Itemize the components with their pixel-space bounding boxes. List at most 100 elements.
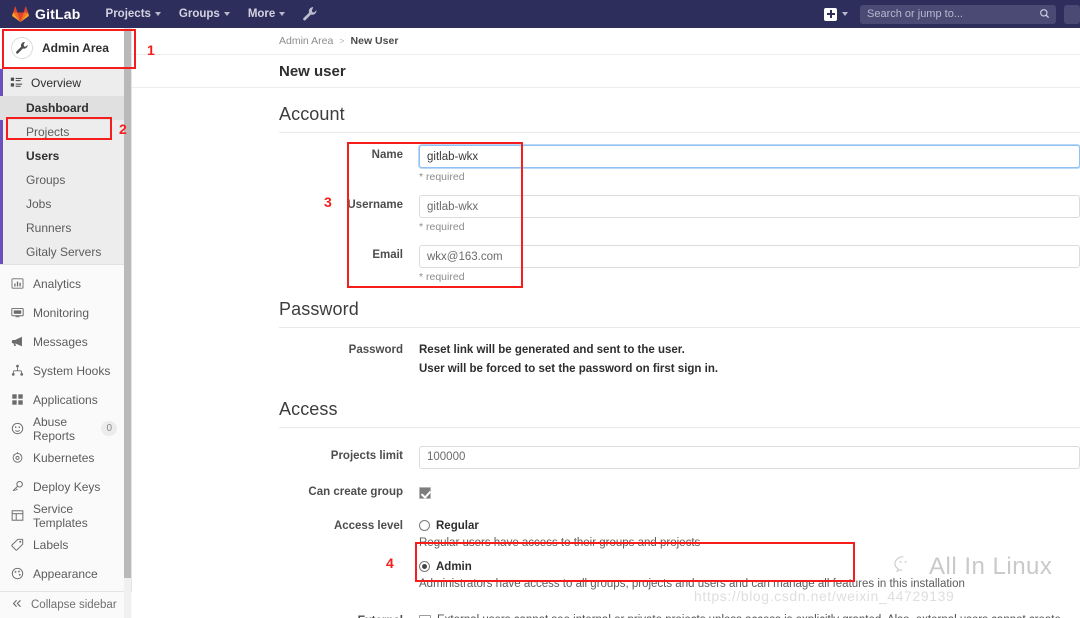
password-reset-line-1: Reset link will be generated and sent to… (419, 344, 685, 356)
field-row-name: Name * required (279, 145, 1080, 183)
regular-radio[interactable] (419, 520, 430, 531)
field-row-password: Password Reset link will be generated an… (279, 340, 1080, 379)
sidebar-context-admin-area[interactable]: Admin Area (0, 28, 131, 69)
sidebar-item-label: Runners (26, 221, 72, 235)
annotation-number-1: 1 (147, 42, 155, 58)
sidebar-item-gitaly-servers[interactable]: Gitaly Servers (0, 240, 131, 264)
plus-icon (824, 7, 837, 21)
sidebar-item-label: Applications (33, 392, 98, 407)
external-checkbox[interactable] (419, 614, 431, 618)
sidebar-scrollbar-thumb[interactable] (124, 30, 131, 578)
nav-projects-label: Projects (105, 8, 151, 20)
email-input[interactable] (419, 245, 1080, 268)
template-icon (10, 509, 24, 522)
label-tag-icon (10, 538, 24, 551)
sidebar-item-groups[interactable]: Groups (0, 168, 131, 192)
megaphone-icon (10, 335, 24, 348)
name-required-hint: * required (419, 171, 465, 183)
sidebar-item-monitoring[interactable]: Monitoring (0, 298, 131, 327)
gitlab-fox-icon (12, 6, 29, 22)
section-heading-account: Account (279, 104, 1080, 133)
sidebar-item-label: Gitaly Servers (26, 245, 102, 259)
gitlab-logo[interactable]: GitLab (12, 6, 81, 22)
sidebar-item-label: Analytics (33, 276, 82, 291)
chevron-down-icon (842, 12, 848, 16)
palette-icon (10, 567, 24, 580)
can-create-group-label: Can create group (308, 485, 403, 498)
hook-icon (10, 364, 24, 377)
sidebar-item-system-hooks[interactable]: System Hooks (0, 356, 131, 385)
field-row-can-create-group: Can create group (279, 485, 1080, 500)
sidebar-item-projects[interactable]: Projects (0, 120, 131, 144)
sidebar-scrollbar-track[interactable] (124, 28, 131, 618)
abuse-face-icon (10, 422, 24, 435)
nav-more[interactable]: More (239, 0, 294, 28)
double-chevron-left-icon (11, 598, 23, 612)
sidebar-item-overview[interactable]: Overview (0, 69, 131, 96)
chevron-down-icon (223, 12, 230, 16)
nav-overflow-placeholder[interactable] (1064, 4, 1080, 24)
sidebar-item-runners[interactable]: Runners (0, 216, 131, 240)
sidebar-item-dashboard[interactable]: Dashboard (0, 96, 131, 120)
breadcrumb-root[interactable]: Admin Area (279, 35, 333, 47)
section-heading-access: Access (279, 399, 1080, 428)
name-input[interactable] (419, 145, 1080, 168)
breadcrumb-separator: > (339, 36, 345, 46)
sidebar-item-users[interactable]: Users (0, 144, 131, 168)
field-row-username: Username * required (279, 195, 1080, 233)
name-label: Name (371, 149, 403, 161)
sidebar-item-label: Messages (33, 334, 88, 349)
email-required-hint: * required (419, 271, 465, 283)
sidebar-item-label: Kubernetes (33, 450, 95, 465)
access-level-option-regular[interactable]: Regular Regular users have access to the… (419, 520, 1080, 549)
field-row-email: Email * required (279, 245, 1080, 283)
admin-label: Admin (436, 560, 472, 573)
sidebar-item-messages[interactable]: Messages (0, 327, 131, 356)
annotation-number-2: 2 (119, 121, 127, 137)
sidebar-item-label: Deploy Keys (33, 479, 101, 494)
nav-right-area (816, 0, 1080, 28)
sidebar-item-label: Labels (33, 537, 69, 552)
sidebar-item-applications[interactable]: Applications (0, 385, 131, 414)
nav-groups[interactable]: Groups (170, 0, 239, 28)
can-create-group-checkbox[interactable] (419, 487, 431, 500)
search-icon (1040, 9, 1050, 19)
sidebar-item-appearance[interactable]: Appearance (0, 559, 131, 588)
chart-icon (10, 277, 24, 290)
admin-radio[interactable] (419, 561, 430, 572)
username-label: Username (347, 199, 403, 211)
section-heading-password: Password (279, 299, 1080, 328)
sidebar-main-items: Analytics Monitoring Messages System Hoo… (0, 265, 131, 588)
collapse-sidebar-button[interactable]: Collapse sidebar (0, 591, 132, 618)
nav-projects[interactable]: Projects (97, 0, 170, 28)
nav-more-label: More (247, 8, 276, 20)
search-input[interactable] (867, 8, 1032, 20)
sidebar-item-service-templates[interactable]: Service Templates (0, 501, 131, 530)
abuse-reports-count-badge: 0 (101, 421, 117, 436)
sidebar-item-kubernetes[interactable]: Kubernetes (0, 443, 131, 472)
admin-description: Administrators have access to all groups… (419, 577, 965, 590)
search-box[interactable] (860, 4, 1056, 24)
sidebar-item-deploy-keys[interactable]: Deploy Keys (0, 472, 131, 501)
field-row-access-level: Access level Regular Regular users have … (279, 520, 1080, 600)
annotation-number-4: 4 (386, 555, 394, 571)
wrench-icon[interactable] (302, 6, 318, 22)
username-input[interactable] (419, 195, 1080, 218)
sidebar-item-analytics[interactable]: Analytics (0, 269, 131, 298)
collapse-sidebar-label: Collapse sidebar (31, 599, 117, 611)
grid-icon (10, 393, 24, 406)
chevron-down-icon (154, 12, 161, 16)
password-label: Password (348, 344, 403, 356)
sidebar-item-labels[interactable]: Labels (0, 530, 131, 559)
field-row-external: External External users cannot see inter… (279, 614, 1080, 618)
sidebar-item-abuse-reports[interactable]: Abuse Reports 0 (0, 414, 131, 443)
new-item-button[interactable] (816, 0, 856, 28)
sidebar-section-overview: Overview Dashboard Projects Users Groups… (0, 69, 131, 265)
nav-groups-label: Groups (178, 8, 220, 20)
breadcrumb: Admin Area > New User (132, 28, 1080, 55)
email-label: Email (372, 249, 403, 261)
regular-label: Regular (436, 519, 479, 532)
access-level-option-admin[interactable]: Admin Administrators have access to all … (419, 561, 1080, 590)
projects-limit-input[interactable] (419, 445, 1080, 469)
sidebar-item-jobs[interactable]: Jobs (0, 192, 131, 216)
